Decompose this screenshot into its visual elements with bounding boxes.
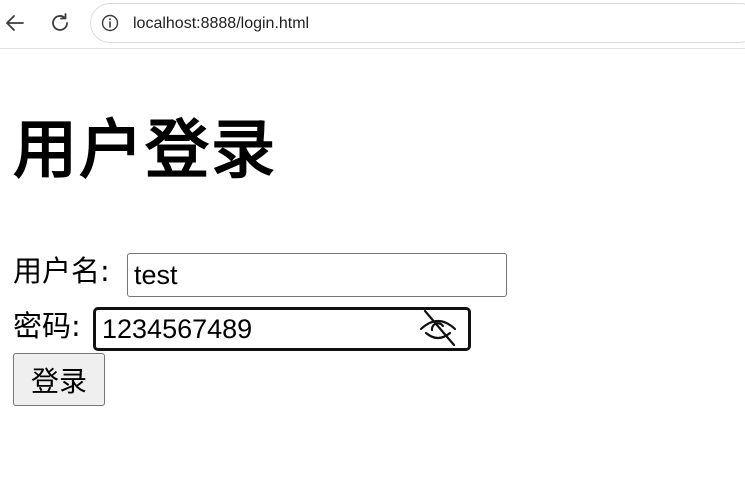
browser-toolbar: localhost:8888/login.html (0, 0, 745, 49)
address-bar[interactable]: localhost:8888/login.html (90, 3, 745, 43)
arrow-left-icon (6, 15, 24, 31)
back-button[interactable] (1, 9, 29, 37)
password-visibility-toggle[interactable] (416, 308, 460, 348)
login-page: 用户登录 用户名: 密码: 登录 (0, 49, 745, 490)
info-circle-icon[interactable] (101, 14, 119, 32)
username-input[interactable] (127, 253, 507, 297)
password-input[interactable] (93, 307, 471, 351)
password-label: 密码: (13, 309, 81, 343)
page-title: 用户登录 (13, 114, 277, 188)
login-button[interactable]: 登录 (13, 353, 105, 406)
reload-button[interactable] (46, 9, 74, 37)
eye-slash-icon (419, 309, 457, 347)
username-label: 用户名: (13, 254, 110, 288)
reload-icon (52, 13, 68, 31)
url-text[interactable]: localhost:8888/login.html (133, 14, 309, 34)
